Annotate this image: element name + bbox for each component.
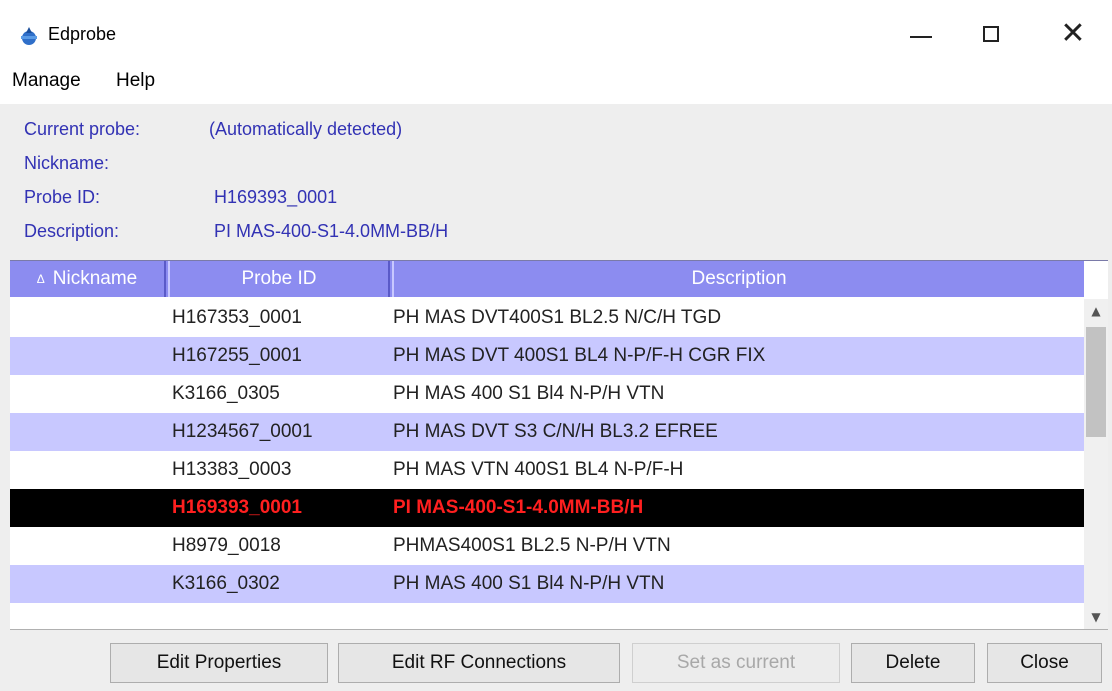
- edit-properties-button[interactable]: Edit Properties: [110, 643, 328, 683]
- column-header-label: Probe ID: [241, 268, 317, 289]
- description-cell: PH MAS DVT400S1 BL2.5 N/C/H TGD: [393, 307, 722, 328]
- close-button[interactable]: Close: [987, 643, 1102, 683]
- probe-id-cell: H169393_0001: [172, 497, 302, 518]
- maximize-icon: [983, 26, 999, 42]
- minimize-button[interactable]: [898, 14, 944, 54]
- sort-ascending-icon: Δ: [36, 272, 45, 286]
- table-row-selected[interactable]: H169393_0001 PI MAS-400-S1-4.0MM-BB/H: [10, 489, 1084, 527]
- current-probe-label: Current probe:: [24, 119, 141, 139]
- close-window-button[interactable]: ✕: [1050, 14, 1096, 54]
- edit-rf-connections-button[interactable]: Edit RF Connections: [338, 643, 620, 683]
- column-header-label: Nickname: [52, 268, 138, 289]
- description-value: PI MAS-400-S1-4.0MM-BB/H: [214, 221, 449, 241]
- description-cell: PH MAS 400 S1 Bl4 N-P/H VTN: [393, 383, 665, 404]
- description-label: Description:: [24, 221, 120, 241]
- column-header-description[interactable]: Description: [392, 261, 1084, 297]
- probe-table: Δ Nickname Probe ID Description H167353_…: [10, 260, 1108, 630]
- description-cell: PH MAS DVT S3 C/N/H BL3.2 EFREE: [393, 421, 718, 442]
- menu-bar: [0, 60, 1112, 104]
- nickname-label: Nickname:: [24, 153, 110, 173]
- table-row[interactable]: H8979_0018 PHMAS400S1 BL2.5 N-P/H VTN: [10, 527, 1084, 565]
- probe-id-cell: H13383_0003: [172, 459, 292, 480]
- column-header-nickname[interactable]: Δ Nickname: [10, 261, 166, 297]
- scroll-down-icon[interactable]: ▼: [1084, 605, 1108, 629]
- column-header-label: Description: [691, 268, 787, 289]
- probe-id-cell: H8979_0018: [172, 535, 281, 556]
- description-cell: PI MAS-400-S1-4.0MM-BB/H: [393, 497, 644, 518]
- table-row[interactable]: K3166_0302 PH MAS 400 S1 Bl4 N-P/H VTN: [10, 565, 1084, 603]
- window-title: Edprobe: [48, 24, 117, 44]
- description-cell: PH MAS DVT 400S1 BL4 N-P/F-H CGR FIX: [393, 345, 766, 366]
- table-row[interactable]: H167255_0001 PH MAS DVT 400S1 BL4 N-P/F-…: [10, 337, 1084, 375]
- description-cell: PH MAS VTN 400S1 BL4 N-P/F-H: [393, 459, 684, 480]
- probe-id-cell: H167353_0001: [172, 307, 302, 328]
- table-scrollbar[interactable]: ▲ ▼: [1084, 299, 1108, 629]
- close-icon: ✕: [1060, 16, 1086, 51]
- menu-manage[interactable]: Manage: [12, 70, 81, 92]
- maximize-button[interactable]: [968, 14, 1014, 54]
- description-cell: PHMAS400S1 BL2.5 N-P/H VTN: [393, 535, 671, 556]
- delete-button[interactable]: Delete: [851, 643, 975, 683]
- probe-id-cell: K3166_0302: [172, 573, 280, 594]
- scrollbar-thumb[interactable]: [1086, 327, 1106, 437]
- minimize-icon: [910, 36, 932, 38]
- probe-id-cell: H167255_0001: [172, 345, 302, 366]
- title-bar[interactable]: Edprobe ✕: [0, 0, 1112, 60]
- set-as-current-button[interactable]: Set as current: [632, 643, 840, 683]
- scroll-up-icon[interactable]: ▲: [1084, 299, 1108, 323]
- edprobe-window: Edprobe ✕ Manage Help Current probe: (Au…: [0, 0, 1112, 691]
- edprobe-app-icon: [21, 27, 37, 45]
- probe-id-label: Probe ID:: [24, 187, 101, 207]
- table-row[interactable]: H1234567_0001 PH MAS DVT S3 C/N/H BL3.2 …: [10, 413, 1084, 451]
- column-header-probe-id[interactable]: Probe ID: [168, 261, 390, 297]
- table-header: Δ Nickname Probe ID Description: [10, 261, 1084, 297]
- probe-id-cell: K3166_0305: [172, 383, 280, 404]
- description-cell: PH MAS 400 S1 Bl4 N-P/H VTN: [393, 573, 665, 594]
- table-row[interactable]: H167353_0001 PH MAS DVT400S1 BL2.5 N/C/H…: [10, 299, 1084, 337]
- table-body: H167353_0001 PH MAS DVT400S1 BL2.5 N/C/H…: [10, 299, 1084, 629]
- probe-id-cell: H1234567_0001: [172, 421, 313, 442]
- menu-help[interactable]: Help: [116, 70, 155, 92]
- current-probe-value: (Automatically detected): [209, 119, 403, 139]
- probe-id-value: H169393_0001: [214, 187, 338, 207]
- table-row[interactable]: K3166_0305 PH MAS 400 S1 Bl4 N-P/H VTN: [10, 375, 1084, 413]
- table-row[interactable]: H13383_0003 PH MAS VTN 400S1 BL4 N-P/F-H: [10, 451, 1084, 489]
